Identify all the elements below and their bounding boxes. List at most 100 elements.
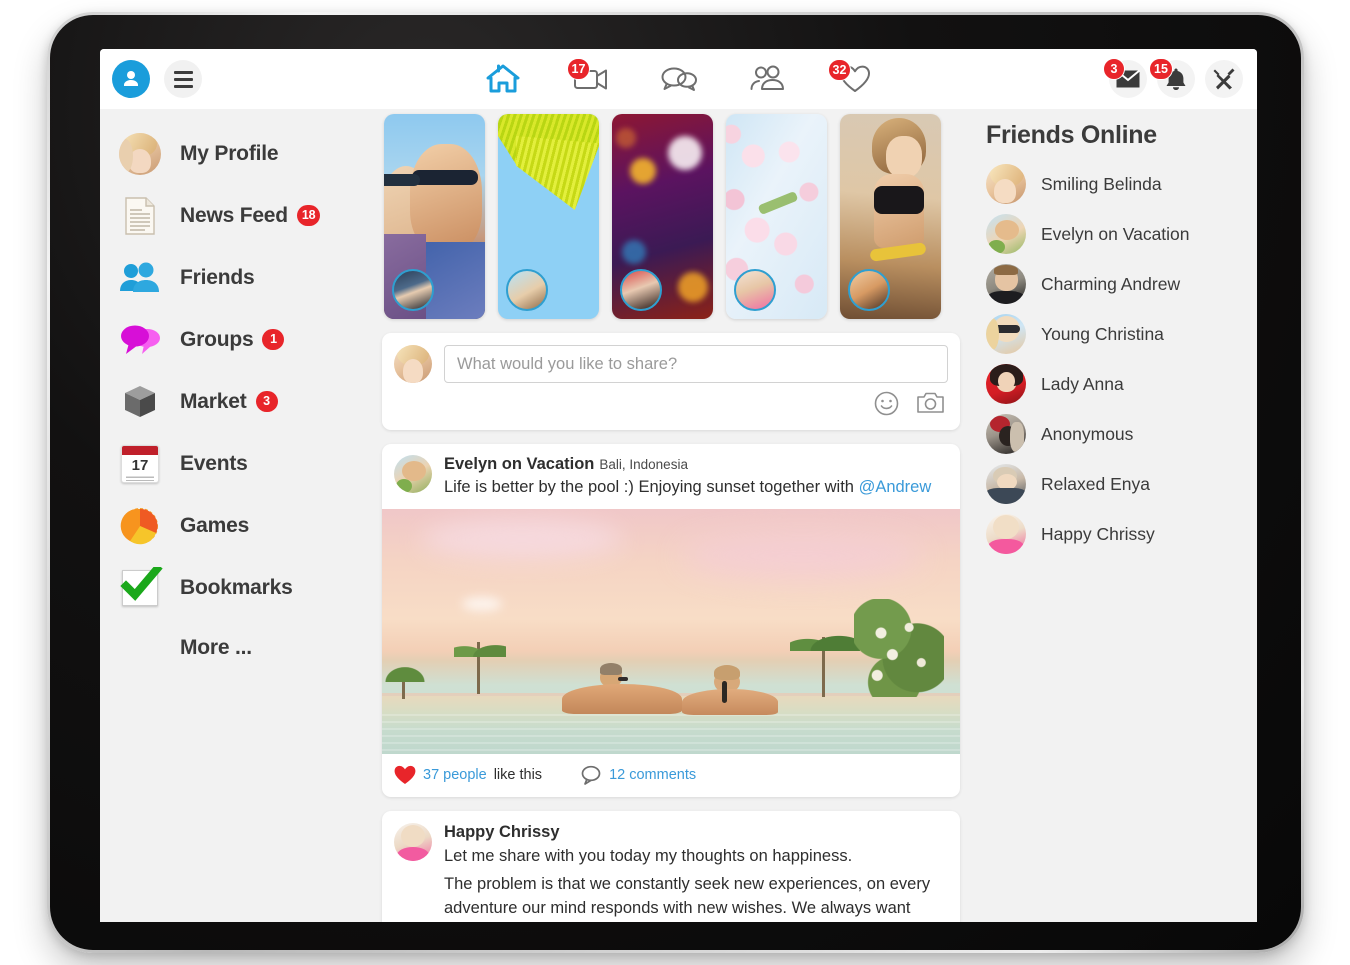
sidebar-item-market[interactable]: Market 3 (114, 371, 382, 433)
friend-online-item[interactable]: Smiling Belinda (986, 159, 1257, 209)
sidebar-item-label: Friends (180, 266, 255, 289)
post-line-2: The problem is that we constantly seek n… (444, 874, 931, 917)
friend-online-item[interactable]: Relaxed Enya (986, 459, 1257, 509)
post-text: Life is better by the pool :) Enjoying s… (444, 478, 932, 496)
post-author-avatar[interactable] (394, 823, 432, 862)
sidebar-item-friends[interactable]: Friends (114, 247, 382, 309)
sidebar-item-more[interactable]: More ... (114, 619, 382, 677)
sidebar-item-events[interactable]: 17 Events (114, 433, 382, 495)
smiley-face-icon[interactable] (874, 391, 899, 421)
avatar (986, 464, 1026, 504)
avatar (986, 364, 1026, 404)
story-bokeh-lights[interactable] (612, 114, 713, 319)
sidebar-item-label: Events (180, 452, 248, 475)
friend-name: Lady Anna (1041, 373, 1124, 394)
likes-count[interactable]: 37 people (423, 767, 487, 783)
nav-right-group: 3 15 (1103, 58, 1243, 98)
story-avatar (848, 269, 890, 311)
post-likes[interactable]: 37 people like this (394, 765, 542, 785)
story-cherry-blossom[interactable] (726, 114, 827, 319)
chat-bubbles-icon[interactable] (659, 61, 699, 97)
compose-row: What would you like to share? (394, 345, 948, 383)
people-blue-icon (118, 256, 162, 300)
friend-online-item[interactable]: Anonymous (986, 409, 1257, 459)
compose-avatar (394, 345, 432, 383)
hamburger-menu-icon[interactable] (164, 60, 202, 98)
post-footer: 37 people like this 12 comments (382, 754, 960, 797)
sidebar-item-news-feed[interactable]: News Feed 18 (114, 185, 382, 247)
friend-name: Anonymous (1041, 423, 1134, 444)
friends-online-title: Friends Online (986, 121, 1157, 149)
post-image[interactable] (382, 509, 960, 755)
avatar (986, 214, 1026, 254)
avatar (986, 414, 1026, 454)
post-comments[interactable]: 12 comments (580, 765, 696, 786)
post-author-line: Evelyn on Vacation Bali, Indonesia (444, 455, 948, 474)
post-card: Evelyn on Vacation Bali, Indonesia Life i… (382, 444, 960, 798)
avatar (986, 514, 1026, 554)
home-icon[interactable] (483, 61, 523, 97)
sidebar-item-bookmarks[interactable]: Bookmarks (114, 557, 382, 619)
friend-online-item[interactable]: Charming Andrew (986, 259, 1257, 309)
nav-center-group: 17 32 (483, 58, 875, 97)
story-palm-leaf[interactable] (498, 114, 599, 319)
friend-name: Happy Chrissy (1041, 523, 1155, 544)
friend-online-item[interactable]: Evelyn on Vacation (986, 209, 1257, 259)
tools-icon[interactable] (1205, 60, 1243, 98)
friend-name: Smiling Belinda (1041, 173, 1162, 194)
flower-rosette-icon (118, 504, 162, 548)
post-mention[interactable]: @Andrew (859, 478, 932, 496)
story-fitness-woman[interactable] (840, 114, 941, 319)
camera-icon[interactable] (917, 391, 944, 421)
sidebar-item-label: Groups 1 (180, 328, 285, 352)
friend-online-item[interactable]: Lady Anna (986, 359, 1257, 409)
friend-online-item[interactable]: Young Christina (986, 309, 1257, 359)
sidebar-item-label: More ... (180, 636, 252, 659)
compose-post-card: What would you like to share? (382, 333, 960, 430)
people-icon[interactable] (747, 61, 787, 97)
friends-online-panel: Friends Online Smiling Belinda Evelyn on… (960, 109, 1257, 922)
post-card: Happy Chrissy Let me share with you toda… (382, 811, 960, 922)
friend-name: Evelyn on Vacation (1041, 223, 1190, 244)
post-author-avatar[interactable] (394, 455, 432, 493)
speech-bubbles-magenta-icon (118, 318, 162, 362)
avatar (986, 314, 1026, 354)
compose-tools (394, 391, 948, 421)
groups-badge: 1 (262, 328, 285, 350)
nav-left-group (112, 60, 202, 98)
comment-bubble-icon (581, 766, 601, 786)
sidebar-item-my-profile[interactable]: My Profile (114, 123, 382, 185)
sidebar: My Profile News Feed 18 Friends Groups 1… (100, 109, 382, 922)
friend-name: Relaxed Enya (1041, 473, 1150, 494)
sidebar-item-label: Market 3 (180, 390, 278, 414)
heart-filled-icon (394, 766, 416, 785)
post-header: Evelyn on Vacation Bali, Indonesia Life i… (382, 444, 960, 509)
envelope-icon[interactable]: 3 (1103, 58, 1147, 98)
avatar (986, 164, 1026, 204)
news-feed-badge: 18 (296, 204, 321, 226)
user-avatar-icon[interactable] (112, 60, 150, 98)
post-location: Bali, Indonesia (599, 457, 688, 472)
story-avatar (734, 269, 776, 311)
likes-badge: 32 (827, 59, 852, 81)
bell-icon[interactable]: 15 (1149, 58, 1195, 98)
likes-suffix: like this (493, 767, 543, 784)
story-couple-sunglasses[interactable] (384, 114, 485, 319)
profile-photo-icon (118, 132, 162, 176)
market-badge: 3 (255, 390, 278, 412)
video-camera-icon[interactable]: 17 (566, 58, 611, 97)
heart-outline-icon[interactable]: 32 (827, 59, 875, 97)
post-line-1: Let me share with you today my thoughts … (444, 847, 853, 866)
avatar (986, 264, 1026, 304)
story-avatar (392, 269, 434, 311)
post-author-name[interactable]: Evelyn on Vacation (444, 455, 594, 473)
friend-online-item[interactable]: Happy Chrissy (986, 509, 1257, 559)
comments-count[interactable]: 12 comments (609, 767, 696, 783)
news-feed-column: What would you like to share? Evelyn on … (382, 109, 960, 922)
share-input[interactable]: What would you like to share? (444, 345, 948, 383)
sidebar-item-groups[interactable]: Groups 1 (114, 309, 382, 371)
sidebar-item-games[interactable]: Games (114, 495, 382, 557)
tablet-bezel: 17 32 3 15 My Profile News Feed 18 Frien… (50, 15, 1301, 950)
post-author-name[interactable]: Happy Chrissy (444, 823, 946, 842)
stories-strip (382, 114, 960, 319)
